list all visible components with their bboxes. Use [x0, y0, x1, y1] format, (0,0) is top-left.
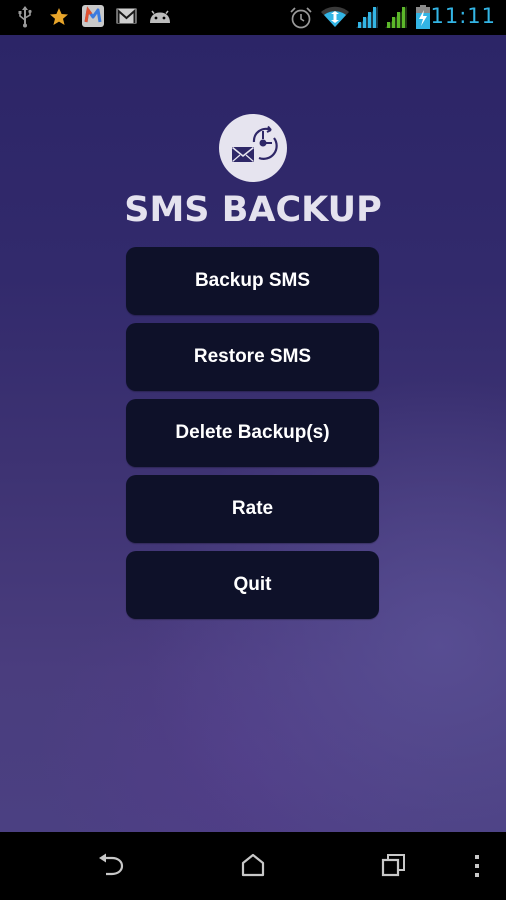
backup-sms-button[interactable]: Backup SMS [126, 247, 379, 315]
status-bar: 11:11 [0, 0, 506, 35]
recents-icon[interactable] [381, 852, 407, 882]
app-title: SMS BACKUP [124, 190, 382, 230]
mail-app-icon [82, 5, 104, 31]
restore-sms-button[interactable]: Restore SMS [126, 323, 379, 391]
star-icon [49, 7, 69, 31]
signal-icon [355, 5, 379, 33]
back-icon[interactable] [98, 852, 126, 882]
signal-icon-2 [384, 5, 408, 33]
wifi-icon [320, 5, 350, 33]
gmail-icon [116, 8, 137, 28]
main-menu: Backup SMS Restore SMS Delete Backup(s) … [126, 247, 379, 627]
quit-button[interactable]: Quit [126, 551, 379, 619]
battery-charging-icon [416, 5, 430, 33]
navigation-bar [0, 832, 506, 900]
delete-backups-button[interactable]: Delete Backup(s) [126, 399, 379, 467]
usb-icon [17, 6, 33, 32]
sms-backup-logo-icon [219, 114, 287, 182]
overflow-menu-icon[interactable] [473, 854, 481, 882]
android-icon [149, 8, 171, 28]
home-icon[interactable] [241, 852, 265, 882]
alarm-icon [289, 6, 313, 34]
rate-button[interactable]: Rate [126, 475, 379, 543]
status-clock: 11:11 [430, 4, 496, 28]
app-screen: SMS BACKUP Backup SMS Restore SMS Delete… [0, 35, 506, 832]
